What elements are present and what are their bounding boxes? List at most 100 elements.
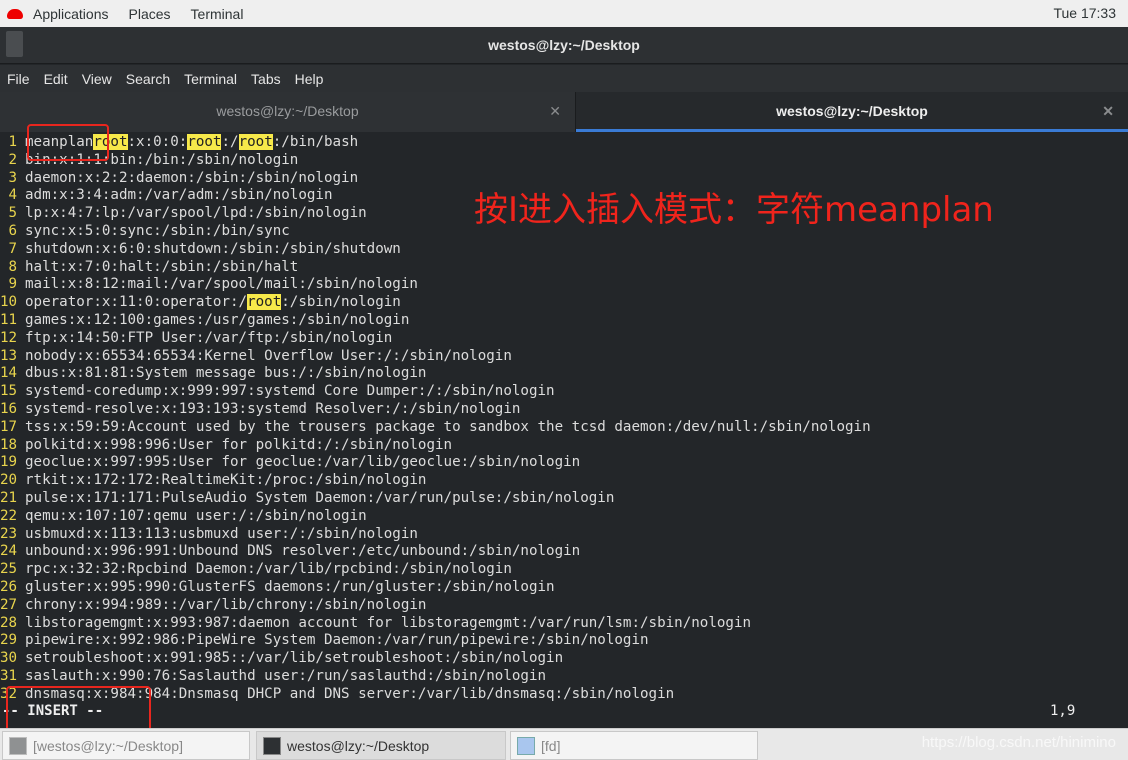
search-match: root bbox=[238, 134, 273, 150]
terminal-line: 28 libstoragemgmt:x:993:987:daemon accoun… bbox=[0, 615, 1128, 633]
tab-label: westos@lzy:~/Desktop bbox=[776, 103, 928, 119]
menu-help[interactable]: Help bbox=[295, 71, 324, 87]
line-number: 18 bbox=[0, 436, 18, 453]
line-text: unbound:x:996:991:Unbound DNS resolver:/… bbox=[25, 543, 581, 560]
menu-search[interactable]: Search bbox=[126, 71, 170, 87]
line-number: 8 bbox=[8, 258, 17, 275]
line-number: 1 bbox=[8, 134, 17, 150]
window-titlebar: westos@lzy:~/Desktop bbox=[0, 27, 1128, 64]
taskbar-item-3[interactable]: [fd] bbox=[510, 731, 758, 760]
line-text: pipewire:x:992:986:PipeWire System Daemo… bbox=[25, 632, 649, 649]
terminal-line: 10 operator:x:11:0:operator:/root:/sbin/n… bbox=[0, 294, 1128, 312]
line-number: 26 bbox=[0, 578, 18, 595]
line-text: halt:x:7:0:halt:/sbin:/sbin/halt bbox=[25, 258, 299, 275]
close-tab-icon[interactable]: ✕ bbox=[549, 92, 561, 130]
line-text: qemu:x:107:107:qemu user:/:/sbin/nologin bbox=[25, 507, 367, 524]
line-text: adm:x:3:4:adm:/var/adm:/sbin/nologin bbox=[25, 187, 333, 204]
line-number: 11 bbox=[0, 311, 18, 328]
line-number: 5 bbox=[8, 205, 17, 222]
terminal-line: 25 rpc:x:32:32:Rpcbind Daemon:/var/lib/rp… bbox=[0, 561, 1128, 579]
line-text: gluster:x:995:990:GlusterFS daemons:/run… bbox=[25, 578, 555, 595]
line-number: 6 bbox=[8, 222, 17, 239]
terminal-line: 23 usbmuxd:x:113:113:usbmuxd user:/:/sbin… bbox=[0, 526, 1128, 544]
taskbar-label: [fd] bbox=[541, 738, 561, 754]
menu-view[interactable]: View bbox=[82, 71, 112, 87]
close-tab-icon[interactable]: ✕ bbox=[1102, 92, 1114, 130]
line-number: 28 bbox=[0, 614, 18, 631]
terminal-line: 22 qemu:x:107:107:qemu user:/:/sbin/nolog… bbox=[0, 508, 1128, 526]
line-text: libstoragemgmt:x:993:987:daemon account … bbox=[25, 614, 752, 631]
line-text: operator:x:11:0:operator:/root:/sbin/nol… bbox=[25, 294, 401, 311]
file-icon bbox=[517, 737, 535, 755]
terminal-line: 16 systemd-resolve:x:193:193:systemd Reso… bbox=[0, 401, 1128, 419]
taskbar-label: westos@lzy:~/Desktop bbox=[287, 738, 430, 754]
terminal-line: 2 bin:x:1:1:bin:/bin:/sbin/nologin bbox=[0, 152, 1128, 170]
line-text: chrony:x:994:989::/var/lib/chrony:/sbin/… bbox=[25, 596, 427, 613]
terminal-line: 27 chrony:x:994:989::/var/lib/chrony:/sbi… bbox=[0, 597, 1128, 615]
places-menu[interactable]: Places bbox=[119, 6, 181, 22]
terminal-line: 29 pipewire:x:992:986:PipeWire System Dae… bbox=[0, 632, 1128, 650]
line-number: 16 bbox=[0, 400, 18, 417]
line-number: 2 bbox=[8, 151, 17, 168]
terminal-line: 32 dnsmasq:x:984:984:Dnsmasq DHCP and DNS… bbox=[0, 686, 1128, 704]
menu-tabs[interactable]: Tabs bbox=[251, 71, 281, 87]
terminal-app-menu[interactable]: Terminal bbox=[181, 6, 254, 22]
menu-edit[interactable]: Edit bbox=[44, 71, 68, 87]
terminal-line: 11 games:x:12:100:games:/usr/games:/sbin/… bbox=[0, 312, 1128, 330]
line-number: 3 bbox=[8, 169, 17, 186]
taskbar-item-1[interactable]: [westos@lzy:~/Desktop] bbox=[2, 731, 250, 760]
line-text: polkitd:x:998:996:User for polkitd:/:/sb… bbox=[25, 436, 453, 453]
menu-terminal[interactable]: Terminal bbox=[184, 71, 237, 87]
cursor-position: 1,9 bbox=[1050, 703, 1076, 719]
line-number: 22 bbox=[0, 507, 18, 524]
terminal-line: 9 mail:x:8:12:mail:/var/spool/mail:/sbin/… bbox=[0, 276, 1128, 294]
line-text: games:x:12:100:games:/usr/games:/sbin/no… bbox=[25, 311, 410, 328]
line-number: 21 bbox=[0, 489, 18, 506]
line-text: daemon:x:2:2:daemon:/sbin:/sbin/nologin bbox=[25, 169, 359, 186]
line-number: 25 bbox=[0, 561, 18, 578]
tab-2[interactable]: westos@lzy:~/Desktop ✕ bbox=[576, 92, 1128, 132]
line-text: saslauth:x:990:76:Saslauthd user:/run/sa… bbox=[25, 667, 547, 684]
line-number: 14 bbox=[0, 365, 18, 382]
tab-bar: westos@lzy:~/Desktop ✕ westos@lzy:~/Deskt… bbox=[0, 92, 1128, 132]
line-text: rpc:x:32:32:Rpcbind Daemon:/var/lib/rpcb… bbox=[25, 561, 512, 578]
line-number: 20 bbox=[0, 472, 18, 489]
line-number: 23 bbox=[0, 525, 18, 542]
terminal-line: 8 halt:x:7:0:halt:/sbin:/sbin/halt bbox=[0, 259, 1128, 277]
line-text: dbus:x:81:81:System message bus:/:/sbin/… bbox=[25, 365, 427, 382]
terminal-line: 1 meanplanroot:x:0:0:root:/root:/bin/bash bbox=[0, 134, 1128, 152]
taskbar-item-2[interactable]: westos@lzy:~/Desktop bbox=[256, 731, 506, 760]
line-text: pulse:x:171:171:PulseAudio System Daemon… bbox=[25, 489, 615, 506]
line-number: 13 bbox=[0, 347, 18, 364]
applications-menu[interactable]: Applications bbox=[23, 6, 119, 22]
line-text: shutdown:x:6:0:shutdown:/sbin:/sbin/shut… bbox=[25, 240, 401, 257]
terminal-line: 7 shutdown:x:6:0:shutdown:/sbin:/sbin/shu… bbox=[0, 241, 1128, 259]
menubar: File Edit View Search Terminal Tabs Help bbox=[0, 65, 1128, 92]
line-text: systemd-resolve:x:193:193:systemd Resolv… bbox=[25, 400, 521, 417]
line-text: systemd-coredump:x:999:997:systemd Core … bbox=[25, 383, 555, 400]
clock[interactable]: Tue 17:33 bbox=[1053, 5, 1116, 21]
terminal-line: 13 nobody:x:65534:65534:Kernel Overflow U… bbox=[0, 348, 1128, 366]
terminal-line: 18 polkitd:x:998:996:User for polkitd:/:/… bbox=[0, 437, 1128, 455]
line-number: 4 bbox=[8, 187, 17, 204]
terminal-line: 12 ftp:x:14:50:FTP User:/var/ftp:/sbin/no… bbox=[0, 330, 1128, 348]
tab-label: westos@lzy:~/Desktop bbox=[216, 103, 359, 119]
annotation-box-meanplan bbox=[27, 124, 109, 161]
line-number: 9 bbox=[8, 276, 17, 293]
terminal-line: 20 rtkit:x:172:172:RealtimeKit:/proc:/sbi… bbox=[0, 472, 1128, 490]
terminal-icon bbox=[9, 737, 27, 755]
menu-file[interactable]: File bbox=[7, 71, 30, 87]
terminal-line: 24 unbound:x:996:991:Unbound DNS resolver… bbox=[0, 543, 1128, 561]
line-text: tss:x:59:59:Account used by the trousers… bbox=[25, 418, 871, 435]
top-panel: Applications Places Terminal Tue 17:33 bbox=[0, 0, 1128, 27]
redhat-logo-icon bbox=[7, 8, 23, 19]
line-number: 19 bbox=[0, 454, 18, 471]
line-number: 29 bbox=[0, 632, 18, 649]
line-text: lp:x:4:7:lp:/var/spool/lpd:/sbin/nologin bbox=[25, 205, 367, 222]
line-number: 30 bbox=[0, 650, 18, 667]
line-text: setroubleshoot:x:991:985::/var/lib/setro… bbox=[25, 650, 564, 667]
vim-status-line: -- INSERT -- 1,9 bbox=[0, 703, 1128, 723]
line-text: mail:x:8:12:mail:/var/spool/mail:/sbin/n… bbox=[25, 276, 418, 293]
line-text: rtkit:x:172:172:RealtimeKit:/proc:/sbin/… bbox=[25, 472, 427, 489]
watermark: https://blog.csdn.net/hinimino bbox=[921, 734, 1116, 751]
